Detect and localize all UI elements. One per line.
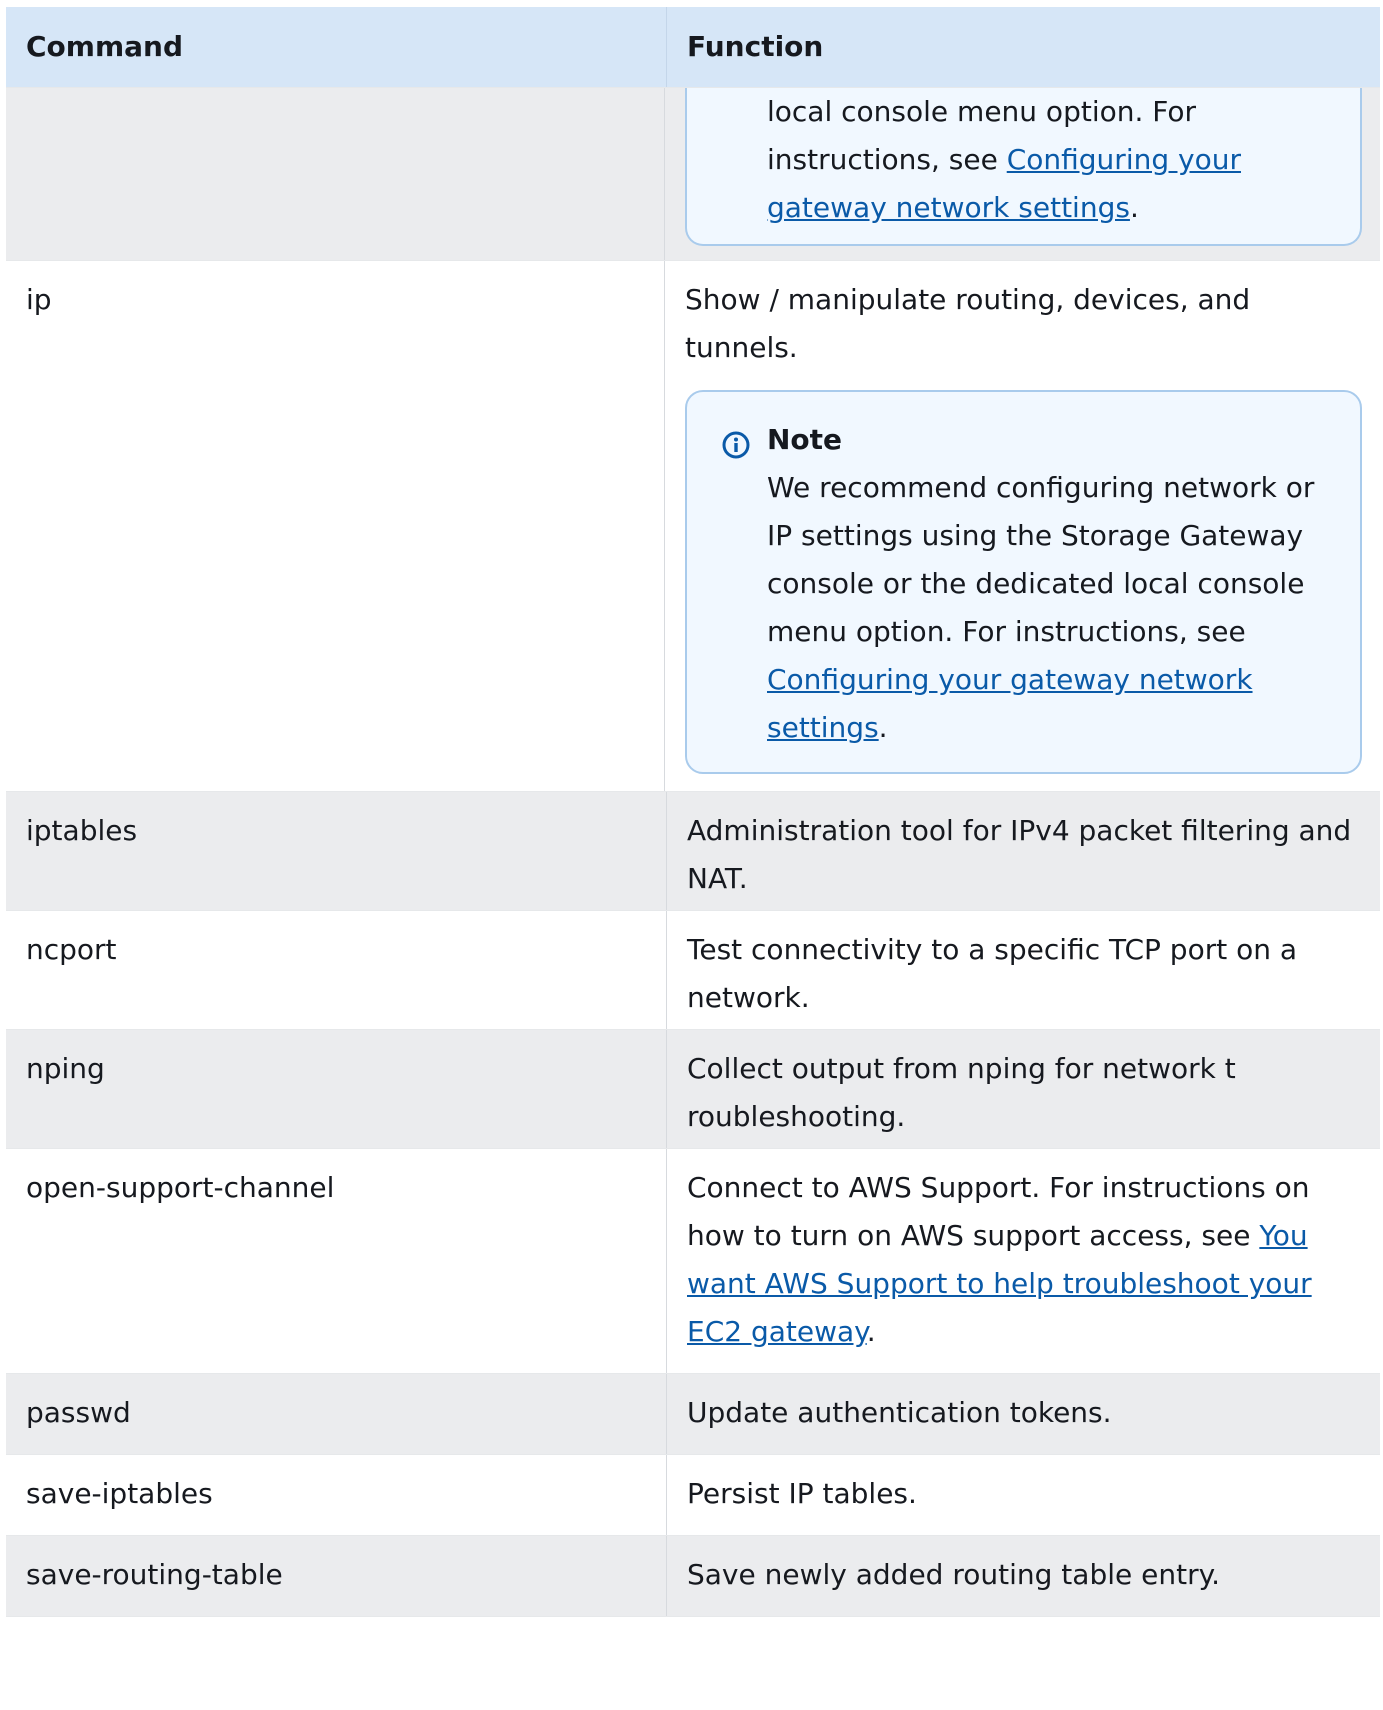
note-title: Note <box>767 423 843 456</box>
function-cell: Test connectivity to a specific TCP port… <box>687 933 1298 1014</box>
function-cell: local console menu option. For instructi… <box>665 88 1380 260</box>
note-body: We recommend configuring network or IP s… <box>767 464 1340 752</box>
table-row: local console menu option. For instructi… <box>6 88 1380 261</box>
function-text-end: . <box>866 1315 876 1348</box>
command-cell <box>6 88 665 260</box>
table-header: Command Function <box>6 7 1380 88</box>
note-box: Note We recommend configuring network or… <box>685 390 1362 774</box>
info-circle-icon <box>722 431 750 459</box>
header-command: Command <box>6 7 667 87</box>
header-function: Function <box>687 30 824 63</box>
table-row: ip Show / manipulate routing, devices, a… <box>6 261 1380 792</box>
function-text: Connect to AWS Support. For instructions… <box>687 1171 1310 1252</box>
note-text-end: . <box>1129 191 1139 224</box>
function-cell: Persist IP tables. <box>687 1477 917 1510</box>
function-cell: Administration tool for IPv4 packet filt… <box>687 814 1352 895</box>
table-row: ncport Test connectivity to a specific T… <box>6 911 1380 1030</box>
function-text: Show / manipulate routing, devices, and … <box>685 283 1251 364</box>
function-cell: Show / manipulate routing, devices, and … <box>665 261 1380 791</box>
command-cell: ip <box>6 261 665 791</box>
command-cell: nping <box>6 1030 667 1148</box>
table-row: save-routing-table Save newly added rout… <box>6 1536 1380 1617</box>
note-text: We recommend configuring network or IP s… <box>767 471 1315 648</box>
note-box: local console menu option. For instructi… <box>685 88 1362 246</box>
command-cell: open-support-channel <box>6 1149 667 1373</box>
table-row: open-support-channel Connect to AWS Supp… <box>6 1149 1380 1374</box>
note-text-end: . <box>878 711 888 744</box>
function-cell: Save newly added routing table entry. <box>687 1558 1221 1591</box>
function-cell: Update authentication tokens. <box>687 1396 1112 1429</box>
commands-table: Command Function local console menu opti… <box>6 7 1380 1617</box>
command-cell: save-routing-table <box>6 1536 667 1616</box>
configuring-network-link[interactable]: Configuring your gateway network setting… <box>767 663 1253 744</box>
table-row: passwd Update authentication tokens. <box>6 1374 1380 1455</box>
function-cell: Connect to AWS Support. For instructions… <box>667 1149 1380 1373</box>
table-row: iptables Administration tool for IPv4 pa… <box>6 792 1380 911</box>
table-row: nping Collect output from nping for netw… <box>6 1030 1380 1149</box>
command-cell: save-iptables <box>6 1455 667 1535</box>
command-cell: passwd <box>6 1374 667 1454</box>
command-cell: ncport <box>6 911 667 1029</box>
command-cell: iptables <box>6 792 667 910</box>
table-row: save-iptables Persist IP tables. <box>6 1455 1380 1536</box>
function-cell: Collect output from nping for network t … <box>687 1052 1236 1133</box>
